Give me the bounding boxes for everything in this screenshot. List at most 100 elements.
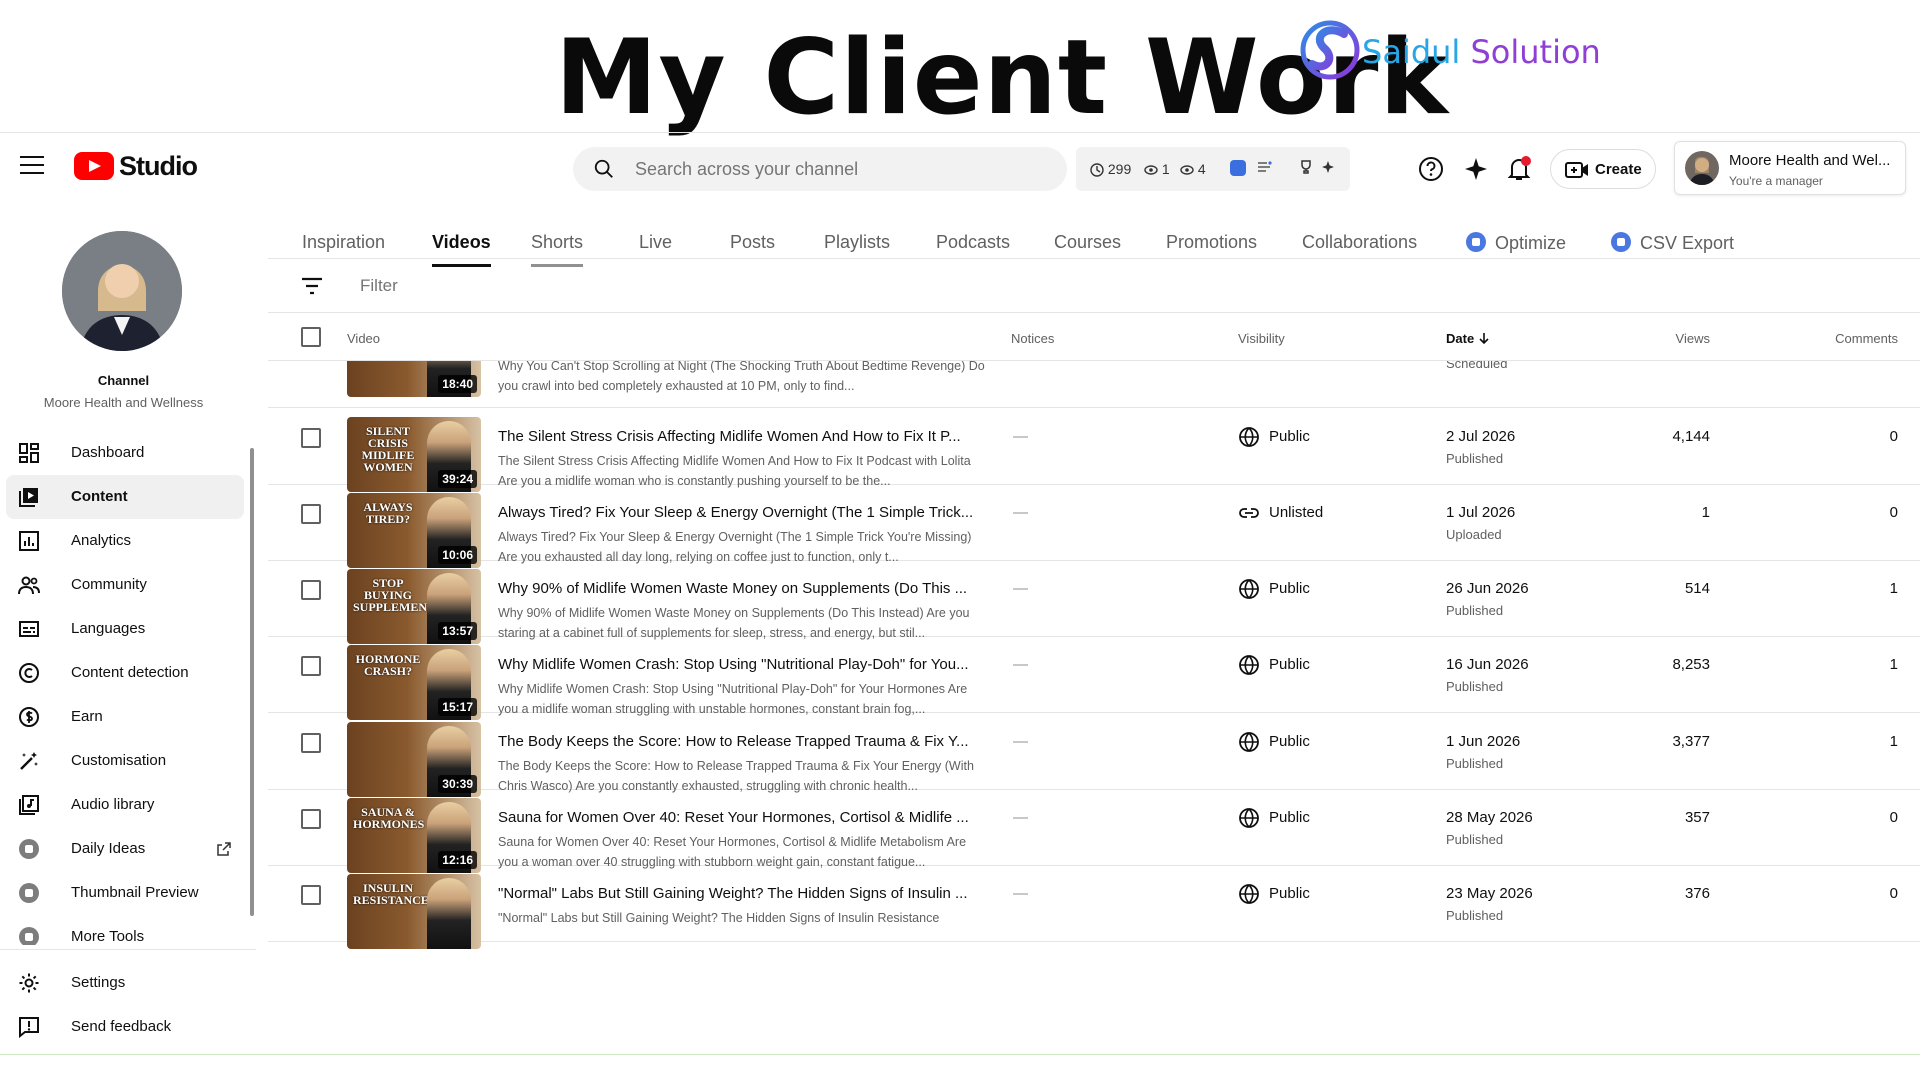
tab-posts[interactable]: Posts [730, 232, 775, 253]
tab-courses[interactable]: Courses [1054, 232, 1121, 253]
globe-icon [1239, 808, 1259, 828]
sidebar-item-dashboard[interactable]: Dashboard [6, 431, 244, 475]
row-checkbox[interactable] [301, 809, 321, 829]
video-thumbnail[interactable]: SCROLLING 18:40 [347, 361, 481, 397]
table-row[interactable]: SCROLLING 18:40 Why You Can't Stop Scrol… [268, 361, 1920, 408]
video-date: 1 Jul 2026 [1446, 504, 1516, 521]
row-checkbox[interactable] [301, 428, 321, 448]
row-checkbox[interactable] [301, 885, 321, 905]
search-bar[interactable] [573, 147, 1067, 191]
trophy-icon[interactable] [1298, 159, 1314, 175]
tab-inspiration[interactable]: Inspiration [302, 232, 385, 253]
sidebar-item-label: Community [71, 576, 147, 593]
sidebar-item-label: Analytics [71, 532, 132, 549]
csv-extension-icon [1611, 232, 1631, 252]
column-video: Video [347, 331, 381, 346]
video-title[interactable]: Sauna for Women Over 40: Reset Your Horm… [498, 809, 986, 826]
table-row[interactable]: 30:39 The Body Keeps the Score: How to R… [268, 713, 1920, 797]
row-checkbox[interactable] [301, 504, 321, 524]
tab-csv-export[interactable]: CSV Export [1611, 232, 1734, 254]
tab-playlists[interactable]: Playlists [824, 232, 890, 253]
filter-icon[interactable] [300, 275, 324, 297]
youtube-logo-icon[interactable] [74, 152, 114, 180]
tab-shorts[interactable]: Shorts [531, 232, 584, 267]
table-row[interactable]: SAUNA & HORMONES 12:16 Sauna for Women O… [268, 789, 1920, 873]
sidebar-item-settings[interactable]: Settings [6, 961, 244, 1005]
sidebar-item-customisation[interactable]: Customisation [6, 739, 244, 783]
sidebar-item-more-tools[interactable]: More Tools [6, 915, 244, 945]
extension-icon[interactable] [1230, 160, 1246, 176]
studio-logo-text[interactable]: Studio [119, 151, 198, 182]
external-link-icon[interactable] [216, 841, 232, 857]
search-input[interactable] [635, 159, 1035, 180]
row-checkbox[interactable] [301, 656, 321, 676]
sidebar-item-earn[interactable]: Earn [6, 695, 244, 739]
sidebar-scroll-thumb[interactable] [250, 448, 254, 916]
video-thumbnail[interactable]: INSULIN RESISTANCE? [347, 874, 481, 949]
video-title[interactable]: The Silent Stress Crisis Affecting Midli… [498, 428, 986, 445]
video-title[interactable]: Why 90% of Midlife Women Waste Money on … [498, 580, 986, 597]
sidebar-item-daily-ideas[interactable]: Daily Ideas [6, 827, 244, 871]
sidebar: Channel Moore Health and Wellness Dashbo… [0, 203, 256, 1054]
sidebar-item-content-detection[interactable]: Content detection [6, 651, 244, 695]
video-thumbnail[interactable]: STOP BUYING SUPPLEMENTS 13:57 [347, 569, 481, 644]
account-avatar[interactable] [1685, 151, 1719, 185]
eye-icon [1144, 165, 1158, 175]
account-switcher[interactable]: Moore Health and Wel... You're a manager [1674, 141, 1906, 195]
sidebar-item-label: Customisation [71, 752, 167, 769]
video-thumbnail[interactable]: 30:39 [347, 722, 481, 797]
row-checkbox[interactable] [301, 580, 321, 600]
table-row[interactable]: INSULIN RESISTANCE? "Normal" Labs But St… [268, 865, 1920, 949]
sidebar-item-community[interactable]: Community [6, 563, 244, 607]
tab-live[interactable]: Live [639, 232, 672, 253]
video-date: 28 May 2026 [1446, 809, 1533, 826]
ai-sparkle-icon[interactable] [1462, 155, 1490, 183]
sidebar-item-feedback[interactable]: Send feedback [6, 1005, 244, 1049]
sidebar-item-content[interactable]: Content [6, 475, 244, 519]
video-title[interactable]: Why Midlife Women Crash: Stop Using "Nut… [498, 656, 986, 673]
tab-videos[interactable]: Videos [432, 232, 491, 267]
video-status: Published [1446, 908, 1504, 923]
menu-icon[interactable] [20, 156, 44, 176]
filter-input[interactable] [360, 276, 660, 296]
tab-podcasts[interactable]: Podcasts [936, 232, 1010, 253]
tab-optimize[interactable]: Optimize [1466, 232, 1566, 254]
sidebar-item-analytics[interactable]: Analytics [6, 519, 244, 563]
sparkle-icon[interactable] [1320, 159, 1336, 175]
tab-promotions[interactable]: Promotions [1166, 232, 1257, 253]
video-thumbnail[interactable]: SAUNA & HORMONES 12:16 [347, 798, 481, 873]
extension-stats-bar[interactable]: 299 1 4 [1076, 147, 1350, 191]
channel-avatar[interactable] [62, 231, 182, 351]
sidebar-item-languages[interactable]: Languages [6, 607, 244, 651]
tab-collaborations[interactable]: Collaborations [1302, 232, 1417, 253]
video-title[interactable]: "Normal" Labs But Still Gaining Weight? … [498, 885, 986, 902]
views-stat-b: 4 [1180, 161, 1206, 177]
video-thumbnail[interactable]: HORMONE CRASH? 15:17 [347, 645, 481, 720]
video-status: Scheduled [1446, 361, 1508, 371]
video-title[interactable]: The Body Keeps the Score: How to Release… [498, 733, 986, 750]
visibility-label: Public [1269, 428, 1310, 445]
list-icon[interactable] [1256, 159, 1272, 175]
column-visibility: Visibility [1238, 331, 1285, 346]
column-date[interactable]: Date [1446, 331, 1490, 346]
table-row[interactable]: STOP BUYING SUPPLEMENTS 13:57 Why 90% of… [268, 560, 1920, 644]
help-icon[interactable] [1417, 155, 1445, 183]
table-row[interactable]: ALWAYS TIRED? 10:06 Always Tired? Fix Yo… [268, 484, 1920, 568]
brand-name: Saidul Solution [1362, 33, 1601, 71]
select-all-checkbox[interactable] [301, 327, 321, 347]
search-icon[interactable] [593, 158, 615, 180]
video-thumbnail[interactable]: ALWAYS TIRED? 10:06 [347, 493, 481, 568]
notifications-icon[interactable] [1504, 154, 1534, 184]
video-thumbnail[interactable]: SILENT CRISIS MIDLIFE WOMEN 39:24 [347, 417, 481, 492]
column-comments: Comments [1835, 331, 1898, 346]
table-row[interactable]: HORMONE CRASH? 15:17 Why Midlife Women C… [268, 636, 1920, 720]
sidebar-item-audio-library[interactable]: Audio library [6, 783, 244, 827]
table-row[interactable]: SILENT CRISIS MIDLIFE WOMEN 39:24 The Si… [268, 408, 1920, 492]
views-value-b: 4 [1197, 161, 1206, 177]
sidebar-item-thumbnail-preview[interactable]: Thumbnail Preview [6, 871, 244, 915]
video-date: 26 Jun 2026 [1446, 580, 1529, 597]
create-button[interactable]: Create [1550, 149, 1656, 189]
row-checkbox[interactable] [301, 733, 321, 753]
video-title[interactable]: Always Tired? Fix Your Sleep & Energy Ov… [498, 504, 986, 521]
create-button-label: Create [1595, 161, 1642, 178]
